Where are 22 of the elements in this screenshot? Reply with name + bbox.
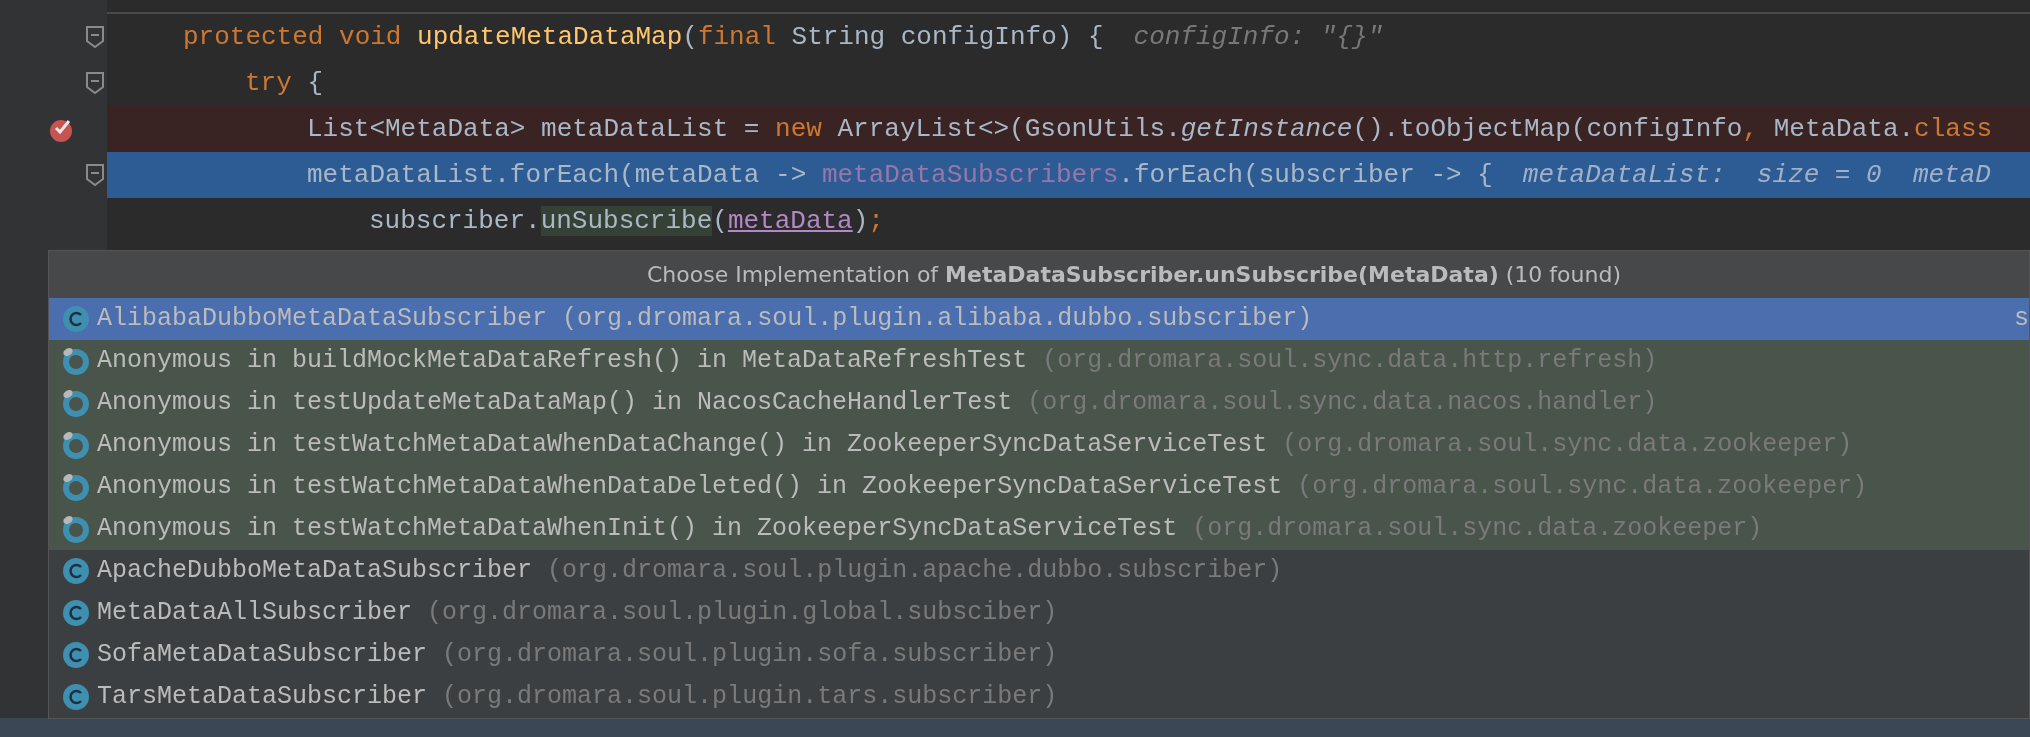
fold-icon[interactable] (85, 25, 105, 49)
item-label: AlibabaDubboMetaDataSubscriber (org.dromara.soul.plugin.alibaba.dubbo.subscriber) (97, 303, 1313, 336)
item-label: MetaDataAllSubscriber (org.dromara.soul.plugin.global.subsciber) (97, 597, 1058, 630)
fold-icon[interactable] (85, 71, 105, 95)
implementation-item[interactable]: TarsMetaDataSubscriber (org.dromara.soul.plugin.tars.subscriber) (49, 676, 2029, 718)
code-text: metaDataList.forEach(metaData -> metaDataSubscribers.forEach(subscriber -> { (307, 158, 1493, 192)
item-label: SofaMetaDataSubscriber (org.dromara.soul.plugin.sofa.subscriber) (97, 639, 1058, 672)
item-label: ApacheDubboMetaDataSubscriber (org.dromara.soul.plugin.apache.dubbo.subscriber) (97, 555, 1283, 588)
inline-hint: configInfo: "{}" (1133, 20, 1384, 54)
popup-title: Choose Implementation of MetaDataSubscriber.unSubscribe(MetaData) (10 found) (646, 261, 1621, 289)
implementation-item[interactable]: ApacheDubboMetaDataSubscriber (org.dromara.soul.plugin.apache.dubbo.subscriber) (49, 550, 2029, 592)
shortcut-text: s (2014, 303, 2029, 336)
fold-icon[interactable] (85, 163, 105, 187)
code-text: subscriber.unSubscribe(metaData); (369, 204, 884, 238)
code-text: List<MetaData> metaDataList = new ArrayList<>(GsonUtils.getInstance().toObjectMap(configInfo, MetaData.class (307, 112, 1993, 146)
implementation-item[interactable]: AlibabaDubboMetaDataSubscriber (org.dromara.soul.plugin.alibaba.dubbo.subscriber) s (49, 298, 2029, 340)
implementation-item[interactable]: MetaDataAllSubscriber (org.dromara.soul.plugin.global.subsciber) (49, 592, 2029, 634)
item-label: TarsMetaDataSubscriber (org.dromara.soul.plugin.tars.subscriber) (97, 681, 1058, 714)
code-text: try { (245, 66, 324, 100)
code-text: protected void updateMetaDataMap(final String configInfo) { (183, 20, 1104, 54)
inline-hint: metaDataList: size = 0 metaD (1522, 158, 1991, 192)
implementation-item[interactable]: SofaMetaDataSubscriber (org.dromara.soul.plugin.sofa.subscriber) (49, 634, 2029, 676)
